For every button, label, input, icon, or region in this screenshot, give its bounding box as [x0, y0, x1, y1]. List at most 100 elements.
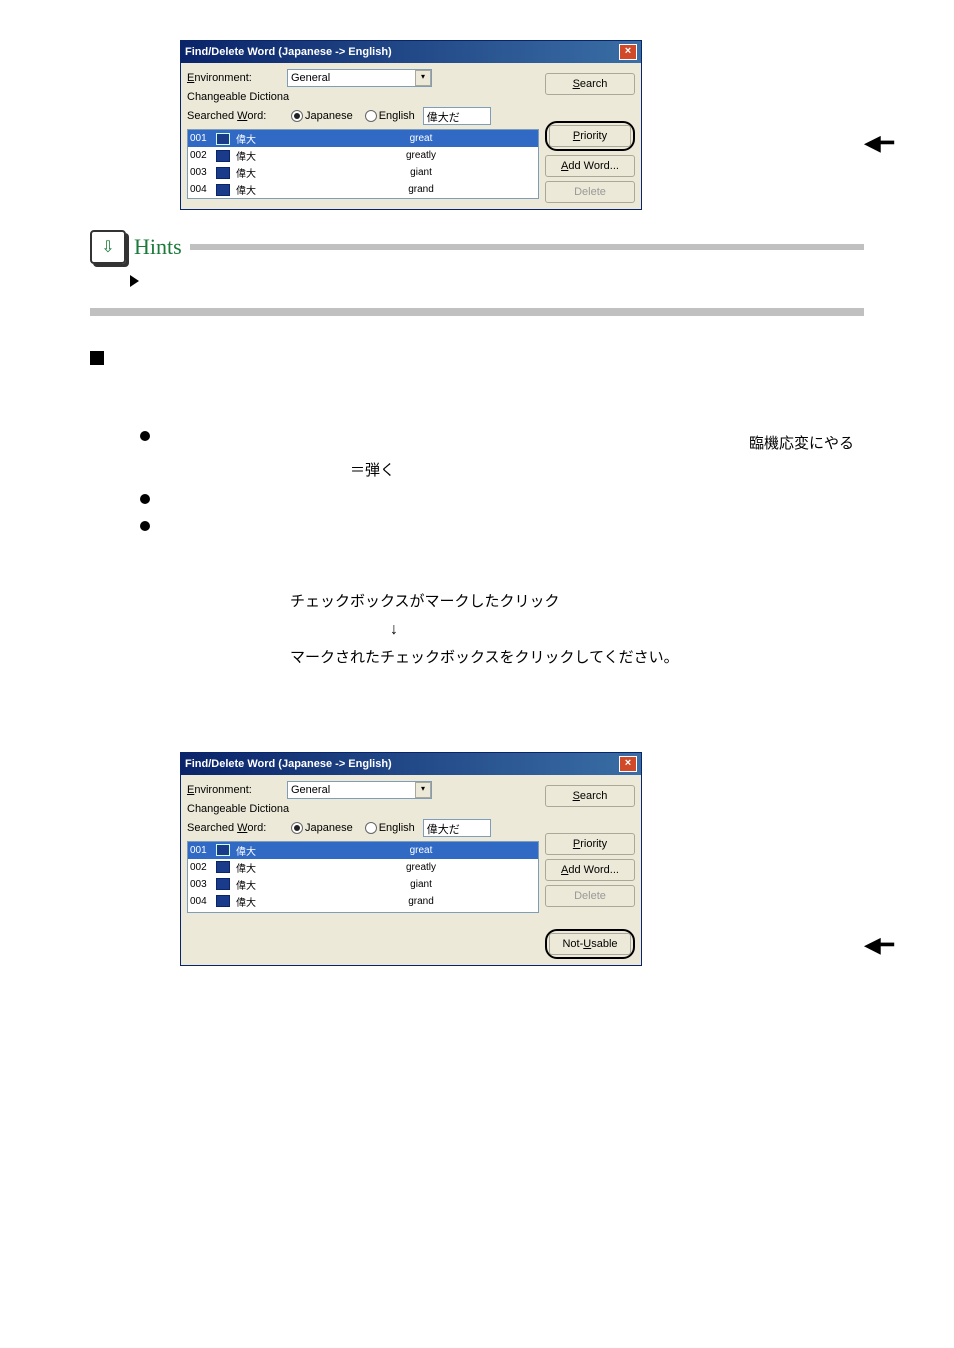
row-num: 003: [190, 167, 216, 178]
environment-value: General: [291, 72, 330, 84]
result-row[interactable]: 001 偉大 great: [188, 842, 538, 859]
result-row[interactable]: 003 偉大 giant: [188, 876, 538, 893]
radio-japanese[interactable]: [291, 110, 303, 122]
row-num: 004: [190, 184, 216, 195]
close-icon[interactable]: ×: [619, 44, 637, 60]
delete-button: Delete: [545, 181, 635, 203]
radio-english[interactable]: [365, 110, 377, 122]
row-num: 001: [190, 133, 216, 144]
clipboard-icon: ⇩: [90, 230, 126, 264]
bullet-icon: [140, 431, 150, 441]
bullet-icon: [140, 521, 150, 531]
priority-button[interactable]: Priority: [545, 833, 635, 855]
searched-word-label: Searched Word:: [187, 822, 287, 834]
close-icon[interactable]: ×: [619, 756, 637, 772]
row-jp: 偉大: [236, 165, 306, 180]
row-jp: 偉大: [236, 877, 306, 892]
not-usable-button[interactable]: Not-Usable: [549, 933, 631, 955]
priority-button-highlight: Priority: [545, 121, 635, 151]
result-row[interactable]: 001 偉大 great: [188, 130, 538, 147]
environment-label: Environment:: [187, 72, 287, 84]
section-marker-icon: [90, 351, 104, 365]
row-en: great: [306, 133, 536, 144]
result-list[interactable]: 001 偉大 great 002 偉大 greatly 003: [187, 129, 539, 199]
radio-japanese-label: Japanese: [305, 110, 353, 122]
radio-japanese[interactable]: [291, 822, 303, 834]
result-list[interactable]: 001 偉大 great 002 偉大 greatly 003: [187, 841, 539, 913]
row-num: 001: [190, 845, 216, 856]
dict-icon: [216, 133, 230, 145]
radio-english[interactable]: [365, 822, 377, 834]
find-delete-dialog-top: Find/Delete Word (Japanese -> English) ×…: [180, 40, 642, 210]
row-num: 002: [190, 862, 216, 873]
row-num: 004: [190, 896, 216, 907]
row-en: greatly: [306, 150, 536, 161]
row-en: greatly: [306, 862, 536, 873]
result-row[interactable]: 002 偉大 greatly: [188, 147, 538, 164]
text-rinki: 臨機応変にやる: [749, 431, 854, 458]
row-en: giant: [306, 879, 536, 890]
text-hiku: ＝弾く: [350, 463, 395, 479]
hints-section: ⇩ Hints: [90, 230, 864, 316]
changeable-label: Changeable Dictiona: [187, 91, 357, 103]
chevron-down-icon[interactable]: ▾: [415, 782, 431, 798]
row-en: grand: [306, 184, 536, 195]
radio-english-label: English: [379, 822, 415, 834]
example-line1: チェックボックスがマークしたクリック: [290, 589, 864, 616]
result-row[interactable]: 004 偉大 grand: [188, 893, 538, 910]
dict-icon: [216, 167, 230, 179]
not-usable-button-highlight: Not-Usable: [545, 929, 635, 959]
row-en: grand: [306, 896, 536, 907]
environment-value: General: [291, 784, 330, 796]
searched-word-input[interactable]: 偉大だ: [423, 819, 491, 837]
add-word-button[interactable]: Add Word...: [545, 155, 635, 177]
dict-icon: [216, 184, 230, 196]
radio-japanese-label: Japanese: [305, 822, 353, 834]
row-num: 003: [190, 879, 216, 890]
add-word-button[interactable]: Add Word...: [545, 859, 635, 881]
dialog-title: Find/Delete Word (Japanese -> English): [185, 758, 392, 770]
searched-word-label: Searched Word:: [187, 110, 287, 122]
row-jp: 偉大: [236, 182, 306, 197]
searched-word-input[interactable]: 偉大だ: [423, 107, 491, 125]
titlebar: Find/Delete Word (Japanese -> English) ×: [181, 753, 641, 775]
result-row[interactable]: 003 偉大 giant: [188, 164, 538, 181]
result-row[interactable]: 004 偉大 grand: [188, 181, 538, 198]
dict-icon: [216, 861, 230, 873]
environment-label: Environment:: [187, 784, 287, 796]
row-en: great: [306, 845, 536, 856]
changeable-label: Changeable Dictiona: [187, 803, 357, 815]
row-num: 002: [190, 150, 216, 161]
row-jp: 偉大: [236, 148, 306, 163]
priority-button[interactable]: Priority: [549, 125, 631, 147]
body-text: 臨機応変にやる ＝弾く チェックボックスがマークしたクリック ↓ マークされたチ…: [90, 344, 864, 672]
find-delete-dialog-bottom: Find/Delete Word (Japanese -> English) ×…: [180, 752, 642, 966]
search-button[interactable]: Search: [545, 73, 635, 95]
radio-english-label: English: [379, 110, 415, 122]
dict-icon: [216, 878, 230, 890]
dict-icon: [216, 150, 230, 162]
delete-button: Delete: [545, 885, 635, 907]
row-jp: 偉大: [236, 860, 306, 875]
example-line2: マークされたチェックボックスをクリックしてください。: [290, 645, 864, 672]
dialog-title: Find/Delete Word (Japanese -> English): [185, 46, 392, 58]
divider: [90, 308, 864, 316]
environment-combo[interactable]: General ▾: [287, 69, 432, 87]
dict-icon: [216, 844, 230, 856]
bullet-icon: [140, 494, 150, 504]
row-jp: 偉大: [236, 894, 306, 909]
divider: [190, 244, 864, 250]
triangle-right-icon: [130, 275, 139, 287]
row-en: giant: [306, 167, 536, 178]
dict-icon: [216, 895, 230, 907]
hints-title: Hints: [134, 234, 182, 260]
environment-combo[interactable]: General ▾: [287, 781, 432, 799]
search-button[interactable]: Search: [545, 785, 635, 807]
callout-arrow-bottom: ◀━: [864, 932, 894, 958]
row-jp: 偉大: [236, 843, 306, 858]
chevron-down-icon[interactable]: ▾: [415, 70, 431, 86]
row-jp: 偉大: [236, 131, 306, 146]
callout-arrow-top: ◀━: [864, 130, 894, 156]
result-row[interactable]: 002 偉大 greatly: [188, 859, 538, 876]
titlebar: Find/Delete Word (Japanese -> English) ×: [181, 41, 641, 63]
